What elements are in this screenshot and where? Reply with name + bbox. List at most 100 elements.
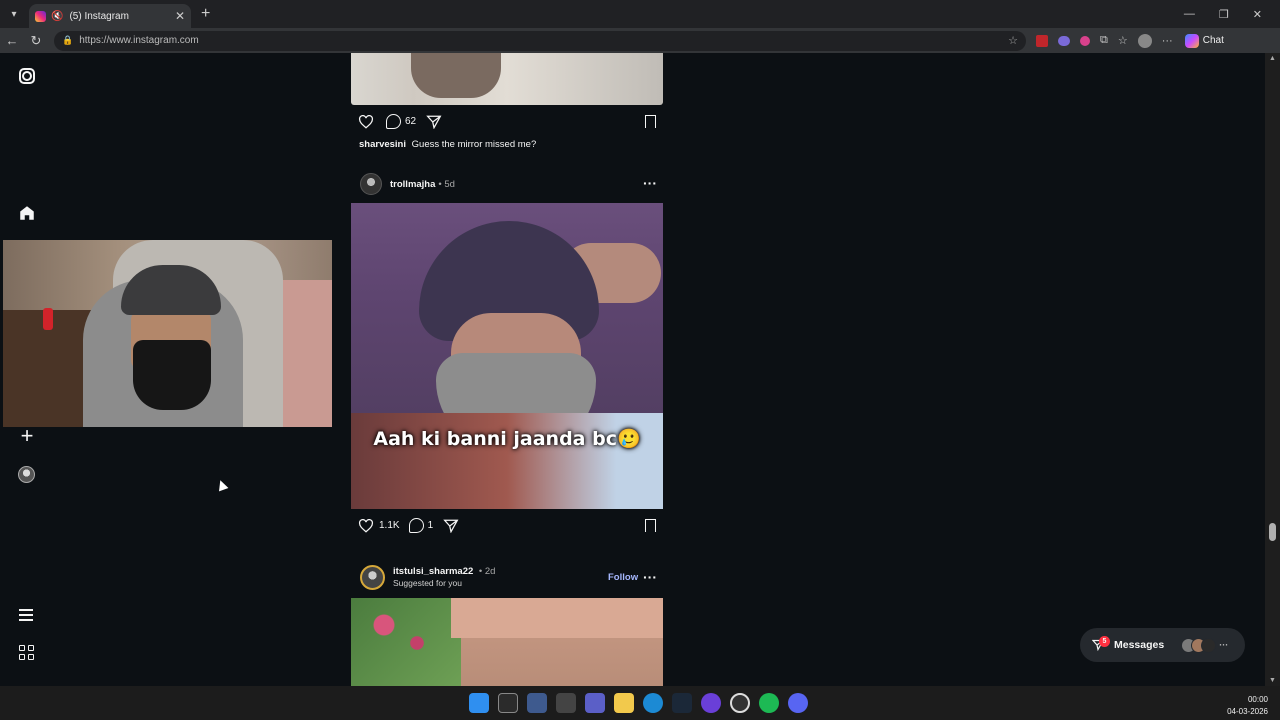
- webcam-bottle: [43, 308, 53, 330]
- copilot-icon: [1184, 33, 1199, 48]
- share-icon[interactable]: [426, 115, 442, 129]
- follow-button[interactable]: Follow: [608, 572, 638, 583]
- post3-username[interactable]: itstulsi_sharma22: [393, 566, 473, 577]
- system-clock[interactable]: 00:00 04-03-2026: [1227, 694, 1268, 718]
- comment-icon[interactable]: [408, 518, 424, 533]
- store-icon[interactable]: [527, 693, 547, 713]
- clock-date: 04-03-2026: [1227, 707, 1268, 716]
- post2-username[interactable]: trollmajha: [390, 179, 435, 190]
- post3-options-icon[interactable]: ···: [643, 569, 657, 585]
- instagram-logo-icon[interactable]: [19, 68, 35, 84]
- browser-toolbar: ← ↻ 🔒 https://www.instagram.com ☆ ⧉ ☆ ··…: [0, 28, 1280, 53]
- copilot-chat-button[interactable]: Chat: [1184, 33, 1224, 48]
- extensions-puzzle-icon[interactable]: ⧉: [1100, 34, 1108, 47]
- comment-icon[interactable]: [386, 114, 401, 129]
- epic-games-icon[interactable]: [498, 693, 518, 713]
- save-icon[interactable]: [645, 115, 656, 128]
- post1-image[interactable]: [351, 53, 663, 105]
- minimize-icon[interactable]: —: [1184, 8, 1195, 21]
- back-icon[interactable]: ←: [0, 33, 24, 48]
- post3-header: itstulsi_sharma22 • 2d Suggested for you: [360, 565, 495, 590]
- tab-close-icon[interactable]: ✕: [175, 9, 185, 23]
- app-icon[interactable]: [556, 693, 576, 713]
- tab-actions-menu-icon[interactable]: ▾: [3, 3, 25, 25]
- refresh-icon[interactable]: ↻: [24, 33, 48, 49]
- scroll-thumb[interactable]: [1269, 523, 1276, 541]
- like-icon[interactable]: [358, 114, 374, 129]
- restore-icon[interactable]: ❐: [1219, 8, 1229, 21]
- post2-actions: 1.1K 1: [358, 518, 459, 533]
- post2-like-count[interactable]: 1.1K: [379, 520, 400, 531]
- avatar: [1201, 637, 1217, 653]
- browser-tabbar: ▾ 🔇 (5) Instagram ✕ + — ❐ ✕: [0, 0, 1280, 28]
- extension-red-icon[interactable]: [1036, 34, 1048, 47]
- messages-avatars: [1181, 637, 1217, 653]
- caption-text: Guess the mirror missed me?: [411, 139, 537, 150]
- windows-taskbar: 00:00 04-03-2026: [0, 686, 1280, 720]
- close-window-icon[interactable]: ✕: [1253, 8, 1262, 21]
- post3-avatar[interactable]: [360, 565, 385, 590]
- like-icon[interactable]: [358, 518, 374, 533]
- post2-avatar[interactable]: [360, 173, 382, 195]
- caption-username[interactable]: sharvesini: [359, 139, 406, 150]
- profile-icon[interactable]: [18, 466, 35, 483]
- steam-icon[interactable]: [672, 693, 692, 713]
- address-bar[interactable]: 🔒 https://www.instagram.com ☆: [54, 30, 1026, 51]
- chat-label: Chat: [1202, 35, 1224, 46]
- post2-comment-count: 1: [427, 520, 434, 531]
- save-icon[interactable]: [645, 519, 656, 532]
- post3-time: • 2d: [478, 565, 496, 577]
- post3-image[interactable]: [351, 598, 663, 686]
- mouse-cursor: [215, 478, 229, 492]
- app-purple-icon[interactable]: [701, 693, 721, 713]
- extension-pink-icon[interactable]: [1080, 35, 1090, 46]
- post3-meta: itstulsi_sharma22 • 2d Suggested for you: [393, 566, 495, 590]
- file-explorer-icon[interactable]: [614, 693, 634, 713]
- post2-time: • 5d: [438, 178, 455, 190]
- site-info-icon[interactable]: 🔒: [62, 35, 73, 46]
- create-icon[interactable]: +: [18, 423, 36, 448]
- messages-more: ···: [1219, 640, 1229, 650]
- extension-purple-icon[interactable]: [1058, 35, 1070, 46]
- post1-comment-count: 62: [405, 116, 417, 127]
- new-tab-button[interactable]: +: [201, 5, 210, 23]
- spotify-icon[interactable]: [759, 693, 779, 713]
- messages-label: Messages: [1114, 639, 1165, 651]
- instagram-favicon-icon: [35, 10, 46, 22]
- favorite-star-icon[interactable]: ☆: [1008, 34, 1018, 47]
- also-from-meta-icon[interactable]: [19, 645, 34, 660]
- edge-icon[interactable]: [643, 693, 663, 713]
- tab-instagram[interactable]: 🔇 (5) Instagram ✕: [29, 4, 191, 28]
- window-controls: — ❐ ✕: [1184, 8, 1262, 21]
- tab-title: (5) Instagram: [69, 10, 129, 22]
- post1-actions: 62: [358, 114, 442, 129]
- teams-icon[interactable]: [585, 693, 605, 713]
- post1-caption: sharvesini Guess the mirror missed me?: [359, 139, 536, 150]
- webcam-overlay: [3, 240, 332, 427]
- share-icon[interactable]: [443, 519, 459, 533]
- page-scrollbar[interactable]: ▲ ▼: [1265, 53, 1280, 686]
- discord-icon[interactable]: [788, 693, 808, 713]
- extensions-bar: ⧉ ☆ ···: [1036, 33, 1173, 48]
- post2-options-icon[interactable]: ···: [643, 175, 657, 191]
- url-text: https://www.instagram.com: [79, 35, 199, 46]
- obs-icon[interactable]: [730, 693, 750, 713]
- scroll-up-icon[interactable]: ▲: [1269, 55, 1276, 62]
- start-icon[interactable]: [469, 693, 489, 713]
- clock-time: 00:00: [1247, 695, 1268, 704]
- more-menu-icon[interactable]: [19, 609, 33, 621]
- home-icon[interactable]: [17, 203, 37, 223]
- scroll-down-icon[interactable]: ▼: [1269, 677, 1276, 684]
- browser-menu-icon[interactable]: ···: [1162, 35, 1173, 47]
- mute-icon[interactable]: 🔇: [51, 11, 63, 22]
- post3-flowers: [351, 598, 461, 686]
- webcam-mask: [133, 340, 211, 410]
- post2-meme-text: Aah ki banni jaanda bc🥲: [373, 428, 641, 450]
- post3-suggested: Suggested for you: [393, 577, 462, 588]
- profile-avatar-icon[interactable]: [1137, 33, 1152, 48]
- favorites-icon[interactable]: ☆: [1118, 34, 1128, 47]
- messages-unread-badge: 5: [1099, 636, 1110, 647]
- post3-ceiling: [451, 598, 663, 638]
- post2-image[interactable]: Aah ki banni jaanda bc🥲: [351, 203, 663, 509]
- post2-header: trollmajha • 5d: [360, 173, 455, 195]
